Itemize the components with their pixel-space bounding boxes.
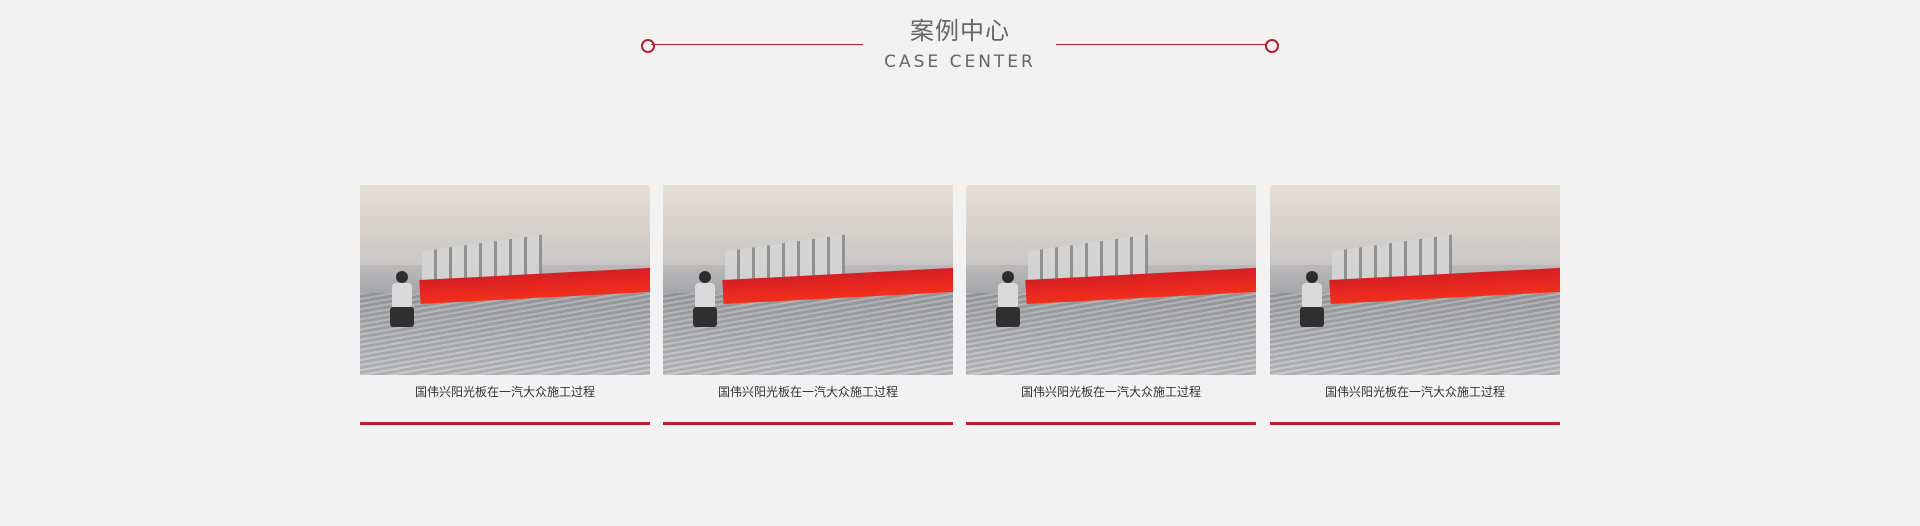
- image-person: [1298, 271, 1326, 331]
- person-legs: [390, 307, 414, 327]
- decorative-line-right: [1056, 44, 1269, 45]
- card-underline: [360, 422, 650, 425]
- person-legs: [1300, 307, 1324, 327]
- case-card[interactable]: 国伟兴阳光板在一汽大众施工过程: [360, 185, 650, 425]
- case-image[interactable]: [663, 185, 953, 375]
- card-underline: [966, 422, 1256, 425]
- person-legs: [693, 307, 717, 327]
- person-body: [998, 283, 1018, 309]
- person-head: [1002, 271, 1014, 283]
- person-body: [1302, 283, 1322, 309]
- case-card[interactable]: 国伟兴阳光板在一汽大众施工过程: [1270, 185, 1560, 425]
- card-underline: [663, 422, 953, 425]
- image-person: [388, 271, 416, 331]
- case-image[interactable]: [360, 185, 650, 375]
- person-head: [699, 271, 711, 283]
- page: 案例中心 CASE CENTER 国伟兴阳光板在一汽大众施工过程 国伟兴阳光板在…: [0, 0, 1920, 526]
- person-head: [396, 271, 408, 283]
- card-underline: [1270, 422, 1560, 425]
- case-caption[interactable]: 国伟兴阳光板在一汽大众施工过程: [663, 381, 953, 403]
- section-title-en: CASE CENTER: [884, 52, 1036, 72]
- section-title-cn: 案例中心: [910, 17, 1010, 45]
- case-caption[interactable]: 国伟兴阳光板在一汽大众施工过程: [966, 381, 1256, 403]
- case-card[interactable]: 国伟兴阳光板在一汽大众施工过程: [663, 185, 953, 425]
- ring-icon: [1265, 39, 1279, 53]
- case-image[interactable]: [1270, 185, 1560, 375]
- case-grid: 国伟兴阳光板在一汽大众施工过程 国伟兴阳光板在一汽大众施工过程 国伟兴阳光板在一…: [360, 185, 1560, 425]
- image-person: [691, 271, 719, 331]
- person-body: [392, 283, 412, 309]
- section-header: 案例中心 CASE CENTER: [0, 0, 1920, 90]
- case-caption[interactable]: 国伟兴阳光板在一汽大众施工过程: [1270, 381, 1560, 403]
- person-legs: [996, 307, 1020, 327]
- person-body: [695, 283, 715, 309]
- person-head: [1306, 271, 1318, 283]
- case-card[interactable]: 国伟兴阳光板在一汽大众施工过程: [966, 185, 1256, 425]
- case-caption[interactable]: 国伟兴阳光板在一汽大众施工过程: [360, 381, 650, 403]
- image-person: [994, 271, 1022, 331]
- case-image[interactable]: [966, 185, 1256, 375]
